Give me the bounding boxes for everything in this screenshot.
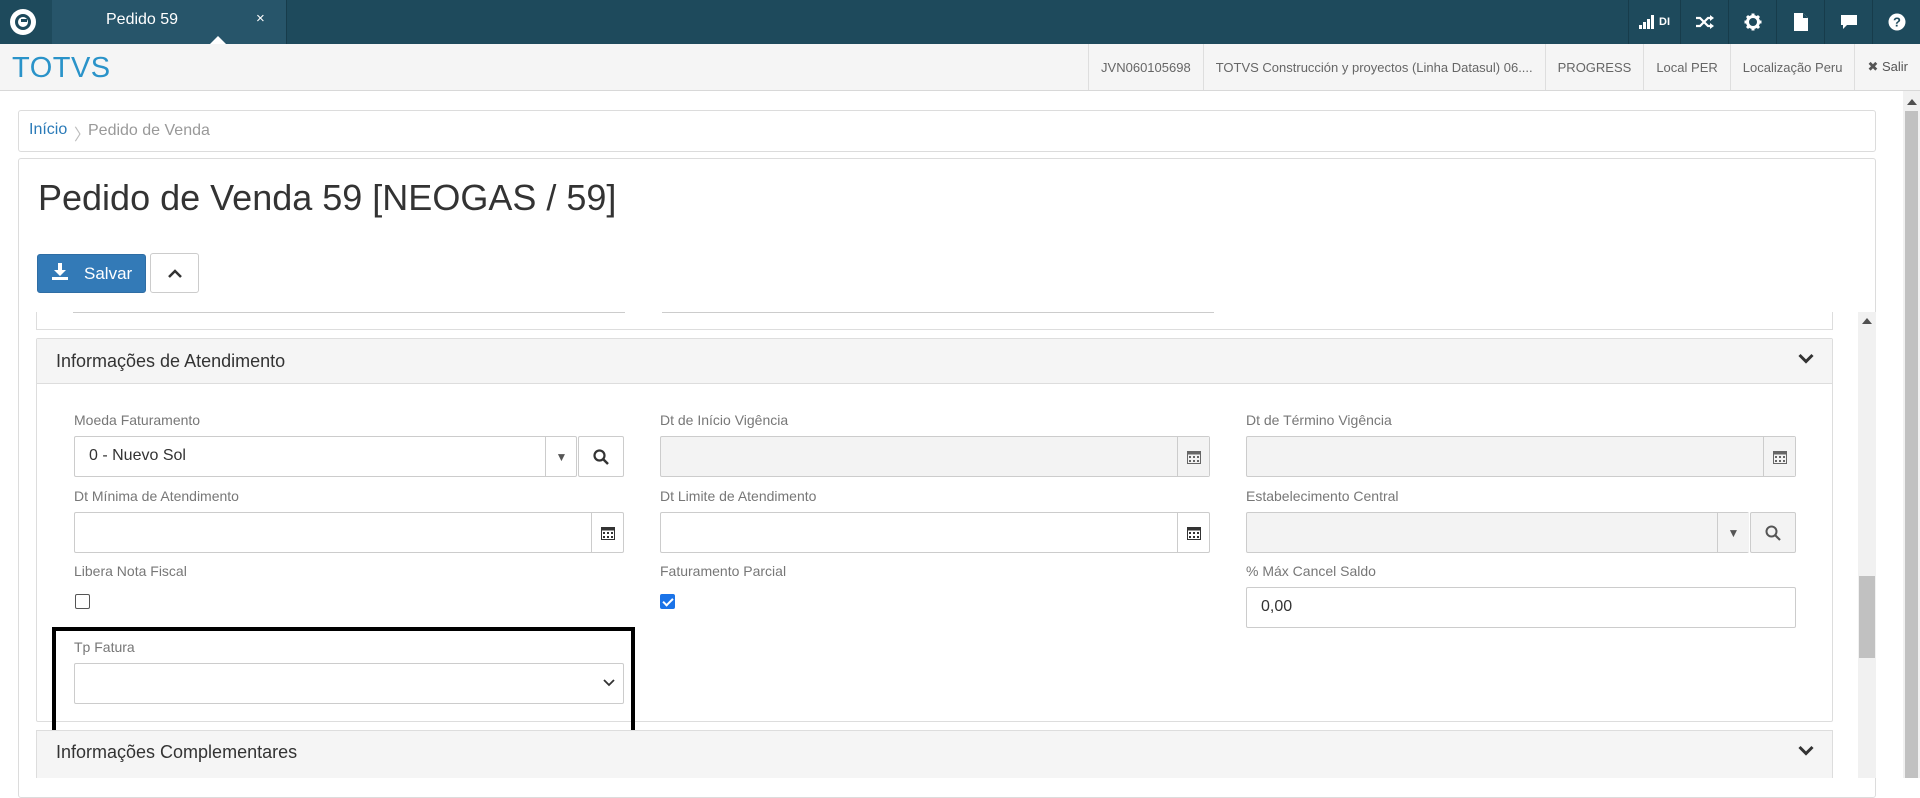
dt-minima-field[interactable] xyxy=(74,512,624,553)
tab-close-icon[interactable]: × xyxy=(256,10,265,27)
max-cancel-value: 0,00 xyxy=(1261,598,1293,615)
previous-section-bottom xyxy=(36,312,1833,330)
scroll-up-arrow-icon[interactable] xyxy=(1907,99,1917,105)
chevron-down-icon[interactable] xyxy=(1798,353,1814,364)
estab-label: Estabelecimento Central xyxy=(1246,488,1399,504)
signal-icon[interactable]: DI xyxy=(1628,0,1680,44)
libera-checkbox[interactable] xyxy=(75,594,90,609)
help-icon[interactable]: ? xyxy=(1872,0,1920,44)
title-divider xyxy=(25,233,1869,241)
fat-parcial-label: Faturamento Parcial xyxy=(660,563,787,579)
tab-pedido[interactable]: Pedido 59 × xyxy=(52,0,287,44)
signal-label: DI xyxy=(1659,16,1670,28)
highlight-annotation xyxy=(52,627,635,734)
dt-limite-label: Dt Limite de Atendimento xyxy=(660,488,817,504)
section-complementares-title: Informações Complementares xyxy=(56,742,298,762)
calendar-icon[interactable] xyxy=(591,513,623,552)
moeda-label: Moeda Faturamento xyxy=(74,412,201,428)
estab-search-button xyxy=(1750,512,1796,553)
section-atendimento-title: Informações de Atendimento xyxy=(56,351,286,371)
header-company[interactable]: TOTVS Construcción y proyectos (Linha Da… xyxy=(1202,44,1545,90)
gear-icon[interactable] xyxy=(1728,0,1776,44)
header-db[interactable]: PROGRESS xyxy=(1544,44,1644,90)
breadcrumb-current: Pedido de Venda xyxy=(88,122,210,139)
top-toolbar: DI ? xyxy=(1628,0,1920,44)
dropdown-arrow-icon: ▼ xyxy=(1717,513,1749,552)
max-cancel-input[interactable]: 0,00 xyxy=(1246,587,1796,628)
app-logo-icon[interactable] xyxy=(10,9,36,35)
top-bar: Pedido 59 × DI ? xyxy=(0,0,1920,44)
header-local[interactable]: Local PER xyxy=(1643,44,1729,90)
content-scrollbar[interactable] xyxy=(1858,312,1876,778)
scroll-up-arrow-icon[interactable] xyxy=(1862,318,1872,324)
tab-label: Pedido 59 xyxy=(106,11,179,28)
chat-icon[interactable] xyxy=(1824,0,1872,44)
dt-inicio-field xyxy=(660,436,1210,477)
section-atendimento-header[interactable]: Informações de Atendimento xyxy=(37,339,1832,384)
moeda-select[interactable]: 0 - Nuevo Sol ▼ xyxy=(74,436,577,477)
header-user[interactable]: JVN060105698 xyxy=(1088,44,1203,90)
header-info: JVN060105698 TOTVS Construcción y proyec… xyxy=(1088,44,1920,90)
dt-inicio-label: Dt de Início Vigência xyxy=(660,412,789,428)
fat-parcial-checkbox[interactable] xyxy=(660,594,675,609)
section-complementares[interactable]: Informações Complementares xyxy=(36,730,1833,778)
exit-button[interactable]: ✖ Salir xyxy=(1854,44,1920,90)
scroll-thumb[interactable] xyxy=(1859,576,1875,658)
save-label: Salvar xyxy=(84,263,133,283)
breadcrumb-home-link[interactable]: Início xyxy=(29,121,67,139)
brand-logo: TOTVS xyxy=(12,52,111,84)
chevron-down-icon[interactable] xyxy=(1798,745,1814,756)
max-cancel-label: % Máx Cancel Saldo xyxy=(1246,563,1376,579)
calendar-icon[interactable] xyxy=(1177,513,1209,552)
calendar-icon xyxy=(1177,437,1209,476)
libera-label: Libera Nota Fiscal xyxy=(74,563,187,579)
dt-termino-label: Dt de Término Vigência xyxy=(1246,412,1392,428)
save-button[interactable]: Salvar xyxy=(37,254,146,293)
header-bar: TOTVS JVN060105698 TOTVS Construcción y … xyxy=(0,44,1920,91)
moeda-search-button[interactable] xyxy=(578,436,624,477)
collapse-header-button[interactable] xyxy=(150,253,199,293)
page-scroll-thumb[interactable] xyxy=(1905,111,1918,778)
dt-termino-field xyxy=(1246,436,1796,477)
tab-active-indicator xyxy=(210,36,226,44)
page-scrollbar[interactable] xyxy=(1903,91,1920,778)
calendar-icon xyxy=(1763,437,1795,476)
download-icon xyxy=(52,262,68,285)
moeda-value: 0 - Nuevo Sol xyxy=(89,447,186,464)
shuffle-icon[interactable] xyxy=(1680,0,1728,44)
svg-text:?: ? xyxy=(1893,15,1901,30)
breadcrumb: Início 〉 Pedido de Venda xyxy=(18,110,1876,152)
estab-select: ▼ xyxy=(1246,512,1749,553)
document-icon[interactable] xyxy=(1776,0,1824,44)
dropdown-arrow-icon[interactable]: ▼ xyxy=(545,437,577,476)
dt-limite-field[interactable] xyxy=(660,512,1210,553)
dt-minima-label: Dt Mínima de Atendimento xyxy=(74,488,239,504)
search-icon xyxy=(1765,525,1781,541)
page-title: Pedido de Venda 59 [NEOGAS / 59] xyxy=(38,177,617,218)
search-icon xyxy=(593,448,609,465)
header-localization[interactable]: Localização Peru xyxy=(1729,44,1855,90)
chevron-up-icon xyxy=(167,268,182,278)
